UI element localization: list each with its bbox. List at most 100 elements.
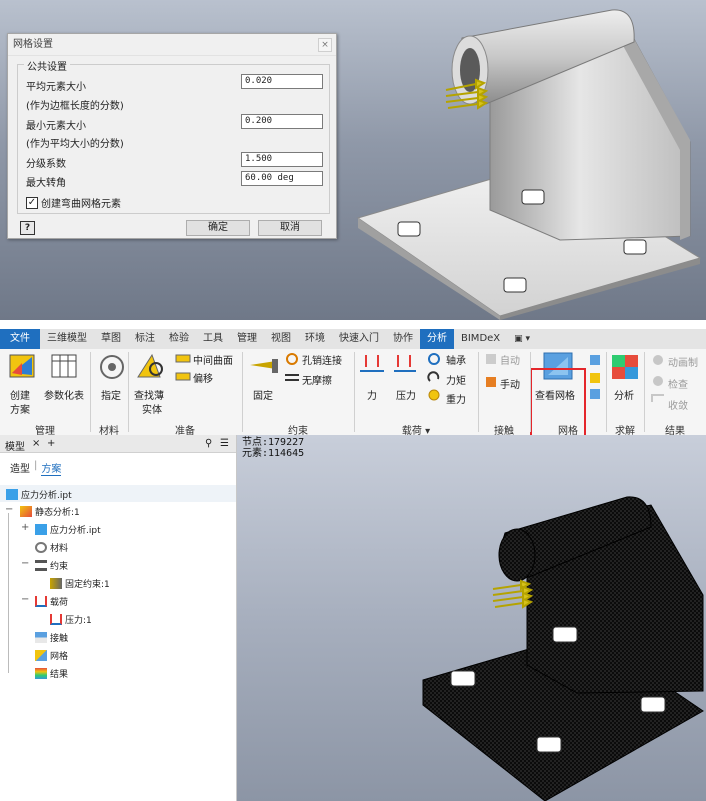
group-label-manage: 管理 [35, 426, 55, 437]
bearing-button[interactable]: 轴承 [446, 352, 466, 367]
group-label-loads[interactable]: 载荷 ▾ [354, 422, 478, 437]
tree-fixed-constraint[interactable]: 固定约束:1 [50, 577, 110, 590]
material-icon [35, 542, 47, 553]
bearing-icon [428, 353, 440, 365]
convergence-icon [651, 394, 664, 402]
convergence-button[interactable]: 收敛 [668, 397, 688, 412]
tab-tools[interactable]: 工具 [196, 329, 230, 349]
fixed-constraint-button[interactable]: 固定 [253, 387, 273, 402]
menu-icon[interactable]: ☰ [220, 438, 229, 449]
tab-view[interactable]: 视图 [264, 329, 298, 349]
analyze-button[interactable]: 分析 [614, 387, 634, 402]
tree-materials[interactable]: 材料 [35, 541, 68, 554]
midsurface-button[interactable]: 中间曲面 [193, 352, 233, 367]
help-icon[interactable]: ? [20, 221, 35, 235]
mesh-icon [35, 650, 47, 661]
tree-materials-label: 材料 [50, 544, 69, 554]
tab-modeling[interactable]: 造型 [10, 460, 30, 476]
collapse-toggle-icon[interactable]: − [21, 594, 29, 605]
tree-loads[interactable]: 载荷 [35, 595, 68, 608]
tree-constraints[interactable]: 约束 [35, 559, 68, 572]
tree-study[interactable]: 静态分析:1 [20, 505, 80, 518]
part-icon [35, 524, 47, 535]
animate-result-icon [653, 355, 663, 365]
tab-bimdex[interactable]: BIMDeX [454, 329, 507, 349]
force-button[interactable]: 力 [367, 387, 377, 402]
tree-pressure[interactable]: 压力:1 [50, 613, 92, 626]
min-element-size-note: (作为平均大小的分数) [26, 139, 124, 150]
browser-header: 模型 × + ⚲ ☰ [0, 435, 236, 453]
min-element-size-label: 最小元素大小 [26, 121, 86, 132]
curved-mesh-checkbox[interactable]: ✓ 创建弯曲网格元素 [26, 195, 121, 210]
probe-icon [653, 376, 663, 386]
grading-factor-input[interactable]: 1.500 [241, 152, 323, 167]
ok-button[interactable]: 确定 [186, 220, 250, 236]
parameter-table-button[interactable]: 参数化表 [44, 387, 84, 402]
pressure-button[interactable]: 压力 [396, 387, 416, 402]
group-divider [354, 352, 355, 432]
gravity-button[interactable]: 重力 [446, 391, 466, 406]
collapse-toggle-icon[interactable]: − [21, 558, 29, 569]
tree-pressure-label: 压力:1 [65, 616, 92, 626]
tab-3d-model[interactable]: 三维模型 [40, 329, 94, 349]
create-plan-label-2[interactable]: 方案 [10, 401, 30, 416]
frictionless-button[interactable]: 无摩擦 [302, 372, 332, 387]
force-icon [360, 355, 384, 372]
midsurface-icon [175, 354, 191, 363]
group-divider [530, 352, 531, 432]
separator [0, 320, 706, 329]
tree-constraints-label: 约束 [50, 562, 69, 572]
assign-material-button[interactable]: 指定 [101, 387, 121, 402]
tab-inspect[interactable]: 检验 [162, 329, 196, 349]
create-plan-label-1[interactable]: 创建 [10, 387, 30, 402]
moment-button[interactable]: 力矩 [446, 372, 466, 387]
manual-contact-button[interactable]: 手动 [500, 376, 520, 391]
tree-root-label: 应力分析.ipt [21, 491, 72, 501]
collapse-toggle-icon[interactable]: − [5, 504, 13, 515]
grading-factor-label: 分级系数 [26, 159, 66, 170]
graphics-viewport[interactable]: 节点:179227 元素:114645 [237, 435, 706, 801]
offset-button[interactable]: 偏移 [193, 370, 213, 385]
group-label-prepare: 准备 [175, 426, 195, 437]
tab-annotate[interactable]: 标注 [128, 329, 162, 349]
tree-results-label: 结果 [50, 670, 69, 680]
tree-results[interactable]: 结果 [35, 667, 68, 680]
close-icon[interactable]: × [318, 38, 332, 52]
min-element-size-input[interactable]: 0.200 [241, 114, 323, 129]
auto-contact-button[interactable]: 自动 [500, 352, 520, 367]
static-analysis-icon [20, 506, 32, 517]
tab-manage[interactable]: 管理 [230, 329, 264, 349]
meshed-bracket-model [422, 496, 704, 801]
group-label-constraints: 约束 [288, 426, 308, 437]
probe-button[interactable]: 检查 [668, 376, 688, 391]
expand-toggle-icon[interactable]: + [21, 522, 29, 533]
max-turn-angle-input[interactable]: 60.00 deg [241, 171, 323, 186]
tab-overflow-dropdown[interactable]: ▣ ▾ [507, 329, 537, 349]
view-mesh-button[interactable]: 查看网格 [535, 387, 575, 402]
tab-get-started[interactable]: 快速入门 [332, 329, 386, 349]
add-panel-icon[interactable]: + [47, 438, 55, 449]
cancel-button[interactable]: 取消 [258, 220, 322, 236]
browser-title: 模型 [5, 442, 25, 453]
close-icon[interactable]: × [32, 438, 40, 449]
avg-element-size-input[interactable]: 0.020 [241, 74, 323, 89]
tab-analysis[interactable]: 分析 [420, 329, 454, 349]
mesh-side-icons [590, 355, 600, 399]
pin-constraint-button[interactable]: 孔销连接 [302, 352, 342, 367]
tree-mesh[interactable]: 网格 [35, 649, 68, 662]
checkbox-check-icon[interactable]: ✓ [26, 196, 38, 209]
tab-file[interactable]: 文件 [0, 329, 40, 349]
find-thin-label-1[interactable]: 查找薄 [134, 387, 164, 402]
tab-sketch[interactable]: 草图 [94, 329, 128, 349]
group-label-material: 材料 [99, 426, 119, 437]
tree-part[interactable]: 应力分析.ipt [35, 523, 101, 536]
tab-environments[interactable]: 环境 [298, 329, 332, 349]
tab-plan[interactable]: 方案 [41, 460, 62, 476]
group-divider [242, 352, 243, 432]
find-thin-label-2[interactable]: 实体 [142, 401, 162, 416]
tree-root[interactable]: 应力分析.ipt [6, 488, 72, 501]
search-icon[interactable]: ⚲ [205, 438, 212, 449]
tree-contacts[interactable]: 接触 [35, 631, 68, 644]
animate-results-button[interactable]: 动画制 [668, 354, 698, 369]
tab-collaborate[interactable]: 协作 [386, 329, 420, 349]
